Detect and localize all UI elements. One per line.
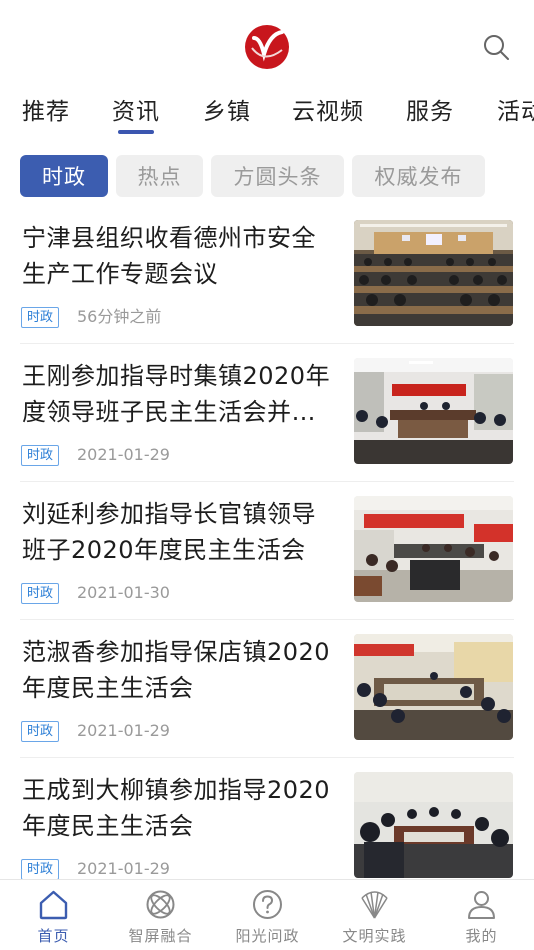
nav-civilization-practice[interactable]: 文明实践 [321, 880, 428, 950]
chip-headlines[interactable]: 方圆头条 [211, 155, 344, 197]
article-date: 2021-01-30 [77, 583, 170, 602]
tab-recommend[interactable]: 推荐 [22, 92, 70, 126]
app-logo-icon [245, 25, 289, 69]
nav-sunshine-inquiry[interactable]: 阳光问政 [214, 880, 321, 950]
user-icon [468, 891, 495, 919]
article-thumbnail [354, 772, 513, 878]
article-date: 56分钟之前 [77, 307, 162, 326]
article-title: 王成到大柳镇参加指导2020年度民主生活会 [22, 776, 331, 840]
tab-towns[interactable]: 乡镇 [203, 92, 251, 126]
article-title: 刘延利参加指导长官镇领导班子2020年度民主生活会 [22, 500, 316, 564]
question-icon [253, 890, 282, 919]
article-item[interactable]: 范淑香参加指导保店镇2020年度民主生活会 时政 2021-01-29 [0, 620, 534, 758]
article-thumbnail [354, 220, 513, 326]
subcategory-chips: 时政 热点 方圆头条 权威发布 [0, 155, 534, 197]
bottom-navigation: 首页 智屏融合 阳光问政 文明实践 我的 [0, 879, 534, 950]
fusion-icon [146, 890, 175, 919]
article-item[interactable]: 王刚参加指导时集镇2020年度领导班子民主生活会并… 时政 2021-01-29 [0, 344, 534, 482]
nav-label: 智屏融合 [128, 927, 193, 945]
article-date: 2021-01-29 [77, 445, 170, 464]
article-title: 王刚参加指导时集镇2020年度领导班子民主生活会并… [22, 362, 331, 426]
nav-mine[interactable]: 我的 [428, 880, 534, 950]
category-tabs: 推荐 资讯 乡镇 云视频 服务 活动 [0, 88, 534, 138]
article-tag: 时政 [21, 583, 60, 604]
article-tag: 时政 [21, 445, 60, 466]
search-icon[interactable] [482, 33, 510, 61]
article-title: 范淑香参加指导保店镇2020年度民主生活会 [22, 638, 331, 702]
tab-cloud-video[interactable]: 云视频 [292, 92, 364, 126]
nav-label: 阳光问政 [235, 927, 300, 945]
article-tag: 时政 [21, 859, 60, 880]
tab-news[interactable]: 资讯 [112, 92, 160, 126]
article-tag: 时政 [21, 721, 60, 742]
article-item[interactable]: 王成到大柳镇参加指导2020年度民主生活会 时政 2021-01-29 [0, 758, 534, 896]
active-tab-indicator [118, 130, 154, 134]
article-date: 2021-01-29 [77, 721, 170, 740]
article-thumbnail [354, 496, 513, 602]
article-tag: 时政 [21, 307, 60, 328]
chip-politics[interactable]: 时政 [20, 155, 108, 197]
tab-activities[interactable]: 活动 [497, 92, 534, 126]
chip-official-release[interactable]: 权威发布 [352, 155, 485, 197]
fan-icon [361, 891, 388, 919]
nav-label: 我的 [465, 927, 498, 945]
article-thumbnail [354, 634, 513, 740]
article-title: 宁津县组织收看德州市安全生产工作专题会议 [22, 224, 316, 288]
article-item[interactable]: 刘延利参加指导长官镇领导班子2020年度民主生活会 时政 2021-01-30 [0, 482, 534, 620]
nav-label: 首页 [37, 927, 70, 945]
chip-hotspot[interactable]: 热点 [116, 155, 203, 197]
article-item[interactable]: 宁津县组织收看德州市安全生产工作专题会议 时政 56分钟之前 [0, 206, 534, 344]
home-icon [39, 890, 68, 920]
nav-label: 文明实践 [342, 927, 407, 945]
app-header [0, 0, 534, 88]
article-thumbnail [354, 358, 513, 464]
tab-services[interactable]: 服务 [406, 92, 454, 126]
nav-home[interactable]: 首页 [0, 880, 107, 950]
article-date: 2021-01-29 [77, 859, 170, 878]
nav-fusion[interactable]: 智屏融合 [107, 880, 214, 950]
